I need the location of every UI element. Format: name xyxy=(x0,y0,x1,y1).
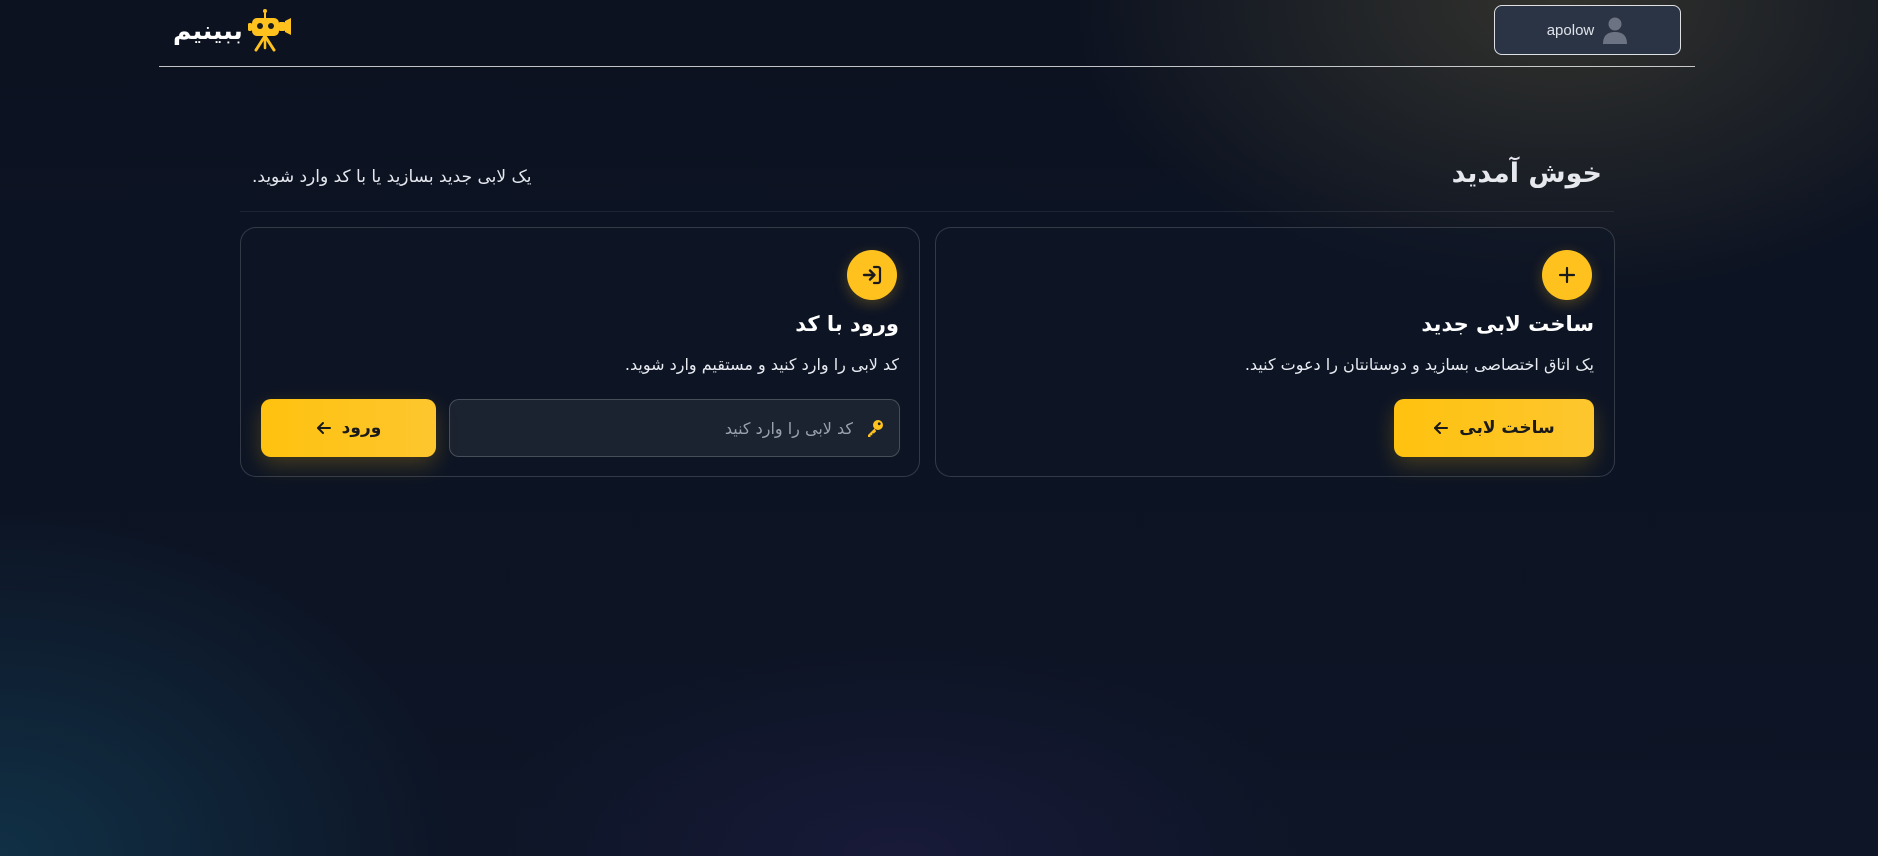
create-lobby-button-label: ساخت لابی xyxy=(1459,418,1555,438)
user-menu-button[interactable]: apolow xyxy=(1494,5,1681,55)
key-icon xyxy=(868,420,883,437)
page-subtitle: یک لابی جدید بسازید یا با کد وارد شوید. xyxy=(252,167,532,187)
lobby-code-field[interactable] xyxy=(449,399,900,457)
join-lobby-title: ورود با کد xyxy=(795,312,899,336)
welcome-section: خوش آمدید یک لابی جدید بسازید یا با کد و… xyxy=(240,150,1614,212)
join-lobby-button-label: ورود xyxy=(341,418,382,438)
lobby-code-input[interactable] xyxy=(464,400,865,456)
join-lobby-card: ورود با کد کد لابی را وارد کنید و مستقیم… xyxy=(240,227,920,477)
brand[interactable]: ببینیم xyxy=(173,8,293,52)
arrow-left-icon xyxy=(1434,422,1449,434)
sign-in-icon xyxy=(862,265,882,285)
create-lobby-badge xyxy=(1542,250,1592,300)
plus-icon xyxy=(1558,266,1576,284)
page-title: خوش آمدید xyxy=(1451,158,1602,189)
user-avatar-icon xyxy=(1603,17,1628,44)
create-lobby-description: یک اتاق اختصاصی بسازید و دوستانتان را دع… xyxy=(1244,355,1594,374)
top-header: ببینیم apolow xyxy=(159,0,1695,67)
join-lobby-description: کد لابی را وارد کنید و مستقیم وارد شوید. xyxy=(624,355,899,374)
create-lobby-card: ساخت لابی جدید یک اتاق اختصاصی بسازید و … xyxy=(935,227,1615,477)
join-lobby-badge xyxy=(847,250,897,300)
join-lobby-button[interactable]: ورود xyxy=(261,399,436,457)
brand-name: ببینیم xyxy=(173,15,243,45)
arrow-left-icon xyxy=(316,422,331,434)
create-lobby-button[interactable]: ساخت لابی xyxy=(1394,399,1594,457)
create-lobby-title: ساخت لابی جدید xyxy=(1421,312,1594,336)
username: apolow xyxy=(1546,21,1595,39)
robot-camera-logo-icon xyxy=(247,9,291,52)
